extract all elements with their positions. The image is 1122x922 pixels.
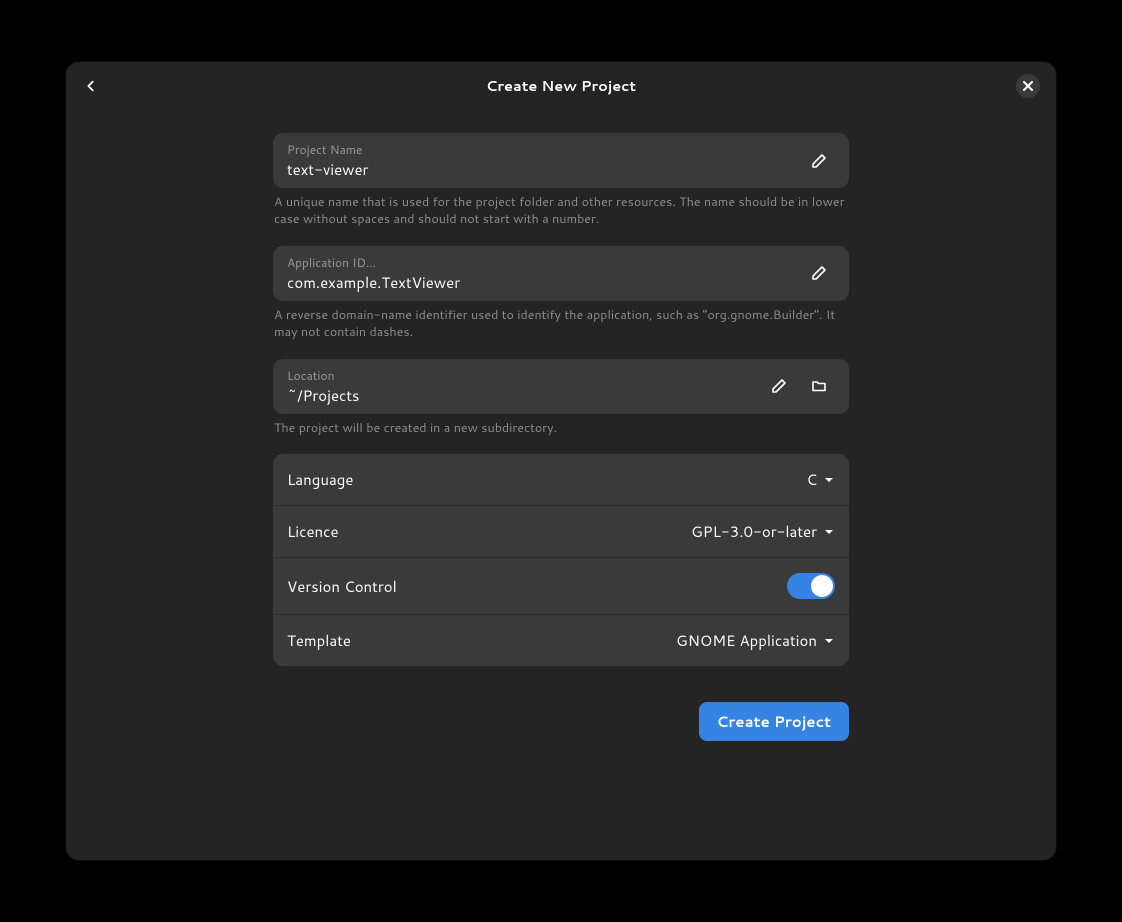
application-id-field[interactable]: Application ID… xyxy=(273,246,849,301)
folder-icon xyxy=(811,378,827,394)
language-value: C xyxy=(806,469,817,490)
titlebar: Create New Project xyxy=(66,62,1056,109)
location-field[interactable]: Location xyxy=(273,359,849,414)
create-project-window: Create New Project Project Name A u xyxy=(65,61,1057,861)
application-id-help: A reverse domain-name identifier used to… xyxy=(273,307,849,341)
project-name-edit-button[interactable] xyxy=(803,145,835,177)
project-name-help: A unique name that is used for the proje… xyxy=(273,194,849,228)
chevron-down-icon xyxy=(823,474,835,486)
version-control-toggle[interactable] xyxy=(787,573,835,599)
application-id-input[interactable] xyxy=(287,272,795,293)
pencil-icon xyxy=(811,265,827,281)
location-help: The project will be created in a new sub… xyxy=(273,420,849,437)
template-row[interactable]: Template GNOME Application xyxy=(273,615,849,666)
language-label: Language xyxy=(287,469,354,490)
pencil-icon xyxy=(771,378,787,394)
pencil-icon xyxy=(811,153,827,169)
version-control-row[interactable]: Version Control xyxy=(273,558,849,615)
application-id-label: Application ID… xyxy=(287,254,795,271)
close-icon xyxy=(1023,81,1033,91)
template-label: Template xyxy=(287,630,351,651)
back-button[interactable] xyxy=(74,69,108,103)
chevron-left-icon xyxy=(84,79,98,93)
window-title: Create New Project xyxy=(66,75,1056,96)
close-button[interactable] xyxy=(1016,74,1040,98)
licence-value: GPL-3.0-or-later xyxy=(691,521,817,542)
create-project-button[interactable]: Create Project xyxy=(699,702,849,741)
language-row[interactable]: Language C xyxy=(273,454,849,506)
version-control-label: Version Control xyxy=(287,576,397,597)
licence-row[interactable]: Licence GPL-3.0-or-later xyxy=(273,506,849,558)
application-id-edit-button[interactable] xyxy=(803,257,835,289)
content: Project Name A unique name that is used … xyxy=(66,109,1056,860)
chevron-down-icon xyxy=(823,635,835,647)
actions: Create Project xyxy=(273,702,849,741)
chevron-down-icon xyxy=(823,526,835,538)
form: Project Name A unique name that is used … xyxy=(273,133,849,741)
licence-label: Licence xyxy=(287,521,339,542)
template-value: GNOME Application xyxy=(676,630,817,651)
toggle-knob xyxy=(811,575,833,597)
options-list: Language C Licence GPL-3.0-or-later xyxy=(273,454,849,666)
project-name-field[interactable]: Project Name xyxy=(273,133,849,188)
location-browse-button[interactable] xyxy=(803,370,835,402)
project-name-input[interactable] xyxy=(287,159,795,180)
location-label: Location xyxy=(287,367,755,384)
project-name-label: Project Name xyxy=(287,141,795,158)
location-edit-button[interactable] xyxy=(763,370,795,402)
location-input[interactable] xyxy=(287,385,755,406)
